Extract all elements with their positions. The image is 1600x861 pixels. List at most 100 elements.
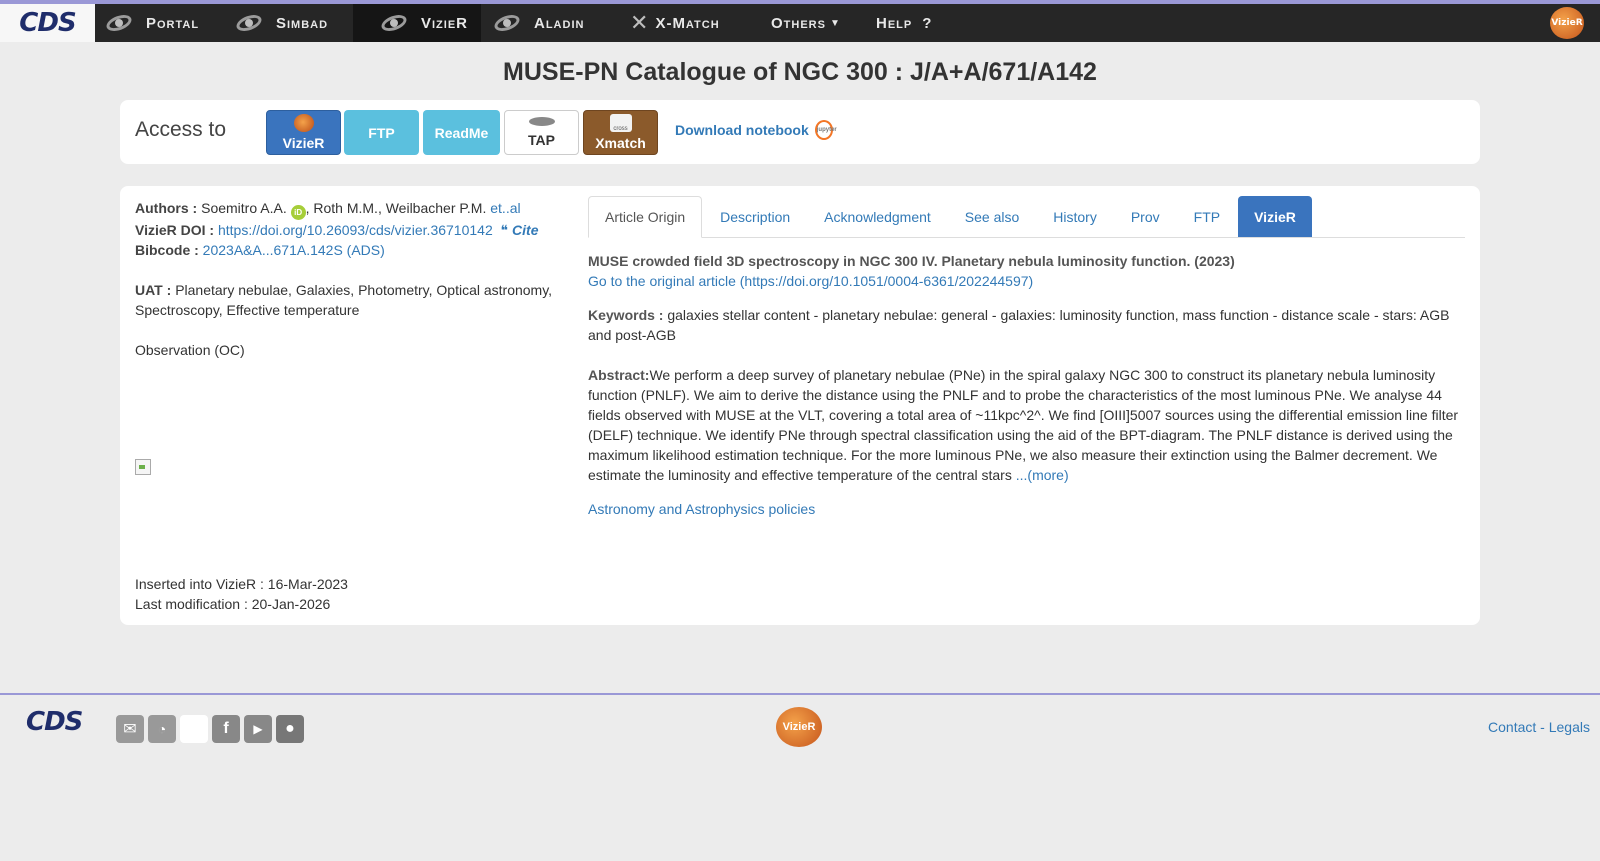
footer-separator: -	[1536, 719, 1549, 735]
tab-history[interactable]: History	[1037, 196, 1113, 237]
legals-link[interactable]: Legals	[1549, 719, 1590, 735]
authors-line: Authors : Soemitro A.A. iD, Roth M.M., W…	[135, 198, 560, 220]
vizier-logo-icon[interactable]: VizieR	[1550, 7, 1584, 39]
doi-link[interactable]: https://doi.org/10.26093/cds/vizier.3671…	[218, 222, 493, 238]
tab-acknowledgment[interactable]: Acknowledgment	[808, 196, 947, 237]
inserted-date: Inserted into VizieR : 16-Mar-2023	[135, 576, 348, 592]
contact-link[interactable]: Contact	[1488, 719, 1536, 735]
et-al-link[interactable]: et..al	[490, 200, 520, 216]
uat-keywords: Planetary nebulae, Galaxies, Photometry,…	[135, 282, 553, 318]
tab-ftp[interactable]: FTP	[1178, 196, 1236, 237]
nav-vizier-label: VizieR	[421, 14, 469, 32]
xmatch-label: Xmatch	[595, 135, 646, 151]
ftp-label: FTP	[368, 124, 395, 141]
modified-date: Last modification : 20-Jan-2026	[135, 596, 331, 612]
tab-prov[interactable]: Prov	[1115, 196, 1176, 237]
chevron-down-icon: ▼	[829, 17, 841, 29]
observation-type: Observation (OC)	[135, 342, 245, 358]
first-author: Soemitro A.A.	[201, 200, 287, 216]
doi-line: VizieR DOI : https://doi.org/10.26093/cd…	[135, 220, 560, 240]
tap-icon	[528, 117, 555, 126]
xmatch-button[interactable]: cross Xmatch	[583, 110, 658, 155]
dates-block: Inserted into VizieR : 16-Mar-2023 Last …	[135, 574, 348, 614]
nav-simbad-label: Simbad	[276, 14, 329, 32]
cds-logo-text: CDS	[19, 8, 76, 38]
article-origin-content: MUSE crowded field 3D spectroscopy in NG…	[588, 251, 1466, 519]
nav-others-label: Others	[771, 14, 826, 32]
blank-icon[interactable]	[180, 715, 208, 743]
abstract-text: We perform a deep survey of planetary ne…	[588, 367, 1459, 483]
nav-others[interactable]: Others ▼	[771, 4, 841, 42]
footer: CDS ✉ ◔ f ▶ ● VizieR Contact - Legals	[0, 693, 1600, 861]
download-notebook-link[interactable]: Download notebook jupyter	[675, 120, 837, 140]
facebook-icon[interactable]: f	[212, 715, 240, 743]
bibcode-line: Bibcode : 2023A&A...671A.142S (ADS)	[135, 240, 560, 260]
keywords-line: Keywords : galaxies stellar content - pl…	[588, 305, 1466, 345]
doi-label: VizieR DOI :	[135, 222, 215, 238]
keywords-text: galaxies stellar content - planetary neb…	[588, 307, 1450, 343]
vizier-badge-text: VizieR	[1551, 18, 1583, 28]
download-notebook-label: Download notebook	[675, 122, 809, 138]
rss-icon[interactable]: ◔	[148, 715, 176, 743]
help-icon: ?	[922, 14, 933, 32]
nav-vizier[interactable]: VizieR	[353, 4, 481, 42]
broken-image-icon	[135, 459, 151, 475]
orcid-icon[interactable]: iD	[290, 205, 306, 220]
mail-icon[interactable]: ✉	[116, 715, 144, 743]
uat-line: UAT : Planetary nebulae, Galaxies, Photo…	[135, 280, 560, 320]
xmatch-icon: ✕	[630, 10, 650, 35]
nav-xmatch-label: X-Match	[655, 14, 720, 32]
tap-button[interactable]: TAP	[504, 110, 579, 155]
vizier-access-button[interactable]: VizieR	[266, 110, 341, 155]
uat-label: UAT :	[135, 282, 172, 298]
catalogue-panel: Authors : Soemitro A.A. iD, Roth M.M., W…	[120, 186, 1480, 625]
keywords-label: Keywords :	[588, 307, 664, 323]
policies-link[interactable]: Astronomy and Astrophysics policies	[588, 501, 815, 517]
tab-description[interactable]: Description	[704, 196, 806, 237]
bibcode-link[interactable]: 2023A&A...671A.142S (ADS)	[203, 242, 385, 258]
original-article-link[interactable]: Go to the original article (https://doi.…	[588, 273, 1033, 289]
footer-vizier-badge-text: VizieR	[782, 721, 816, 733]
nav-help-label: Help	[876, 14, 913, 32]
portal-icon	[104, 12, 134, 34]
vizier-icon	[293, 114, 314, 132]
nav-simbad[interactable]: Simbad	[234, 4, 328, 42]
simbad-icon	[234, 12, 264, 34]
page-title: MUSE-PN Catalogue of NGC 300 : J/A+A/671…	[503, 58, 1097, 86]
ftp-button[interactable]: FTP	[344, 110, 419, 155]
vizier-access-label: VizieR	[282, 135, 325, 151]
youtube-icon[interactable]: ▶	[244, 715, 272, 743]
github-icon[interactable]: ●	[276, 715, 304, 743]
xmatch-icon-text: cross	[613, 126, 628, 132]
nav-portal[interactable]: Portal	[104, 4, 199, 42]
tab-vizier[interactable]: VizieR	[1238, 196, 1312, 237]
xmatch-icon: cross	[609, 114, 632, 132]
info-tabs: Article Origin Description Acknowledgmen…	[588, 195, 1465, 238]
cds-logo[interactable]: CDS	[0, 4, 95, 42]
nav-help[interactable]: Help ?	[876, 4, 932, 42]
access-panel: Access to VizieR FTP ReadMe TAP cross Xm…	[120, 100, 1480, 164]
footer-cds-logo[interactable]: CDS	[26, 707, 83, 737]
readme-button[interactable]: ReadMe	[423, 110, 500, 155]
tap-label: TAP	[528, 132, 555, 148]
nav-portal-label: Portal	[146, 14, 200, 32]
access-label: Access to	[135, 118, 227, 141]
tab-see-also[interactable]: See also	[949, 196, 1035, 237]
abstract-more-link[interactable]: ...(more)	[1016, 467, 1069, 483]
other-authors: , Roth M.M., Weilbacher P.M.	[305, 200, 487, 216]
abstract-block: Abstract:We perform a deep survey of pla…	[588, 365, 1466, 485]
nav-aladin[interactable]: Aladin	[492, 4, 584, 42]
readme-label: ReadMe	[434, 124, 489, 141]
footer-cds-logo-text: CDS	[26, 707, 83, 737]
bibcode-label: Bibcode :	[135, 242, 199, 258]
top-navbar: CDS Portal Simbad VizieR Aladin ✕ X-Matc…	[0, 0, 1600, 42]
nav-aladin-label: Aladin	[534, 14, 585, 32]
tab-article-origin[interactable]: Article Origin	[588, 196, 703, 238]
cite-link[interactable]: ❝ Cite	[501, 222, 539, 238]
nav-xmatch[interactable]: ✕ X-Match	[630, 4, 720, 42]
footer-links: Contact - Legals	[1488, 719, 1590, 735]
footer-vizier-logo-icon[interactable]: VizieR	[776, 707, 822, 747]
jupyter-icon: jupyter	[814, 120, 837, 140]
authors-label: Authors :	[135, 200, 198, 216]
vizier-icon	[379, 12, 409, 34]
